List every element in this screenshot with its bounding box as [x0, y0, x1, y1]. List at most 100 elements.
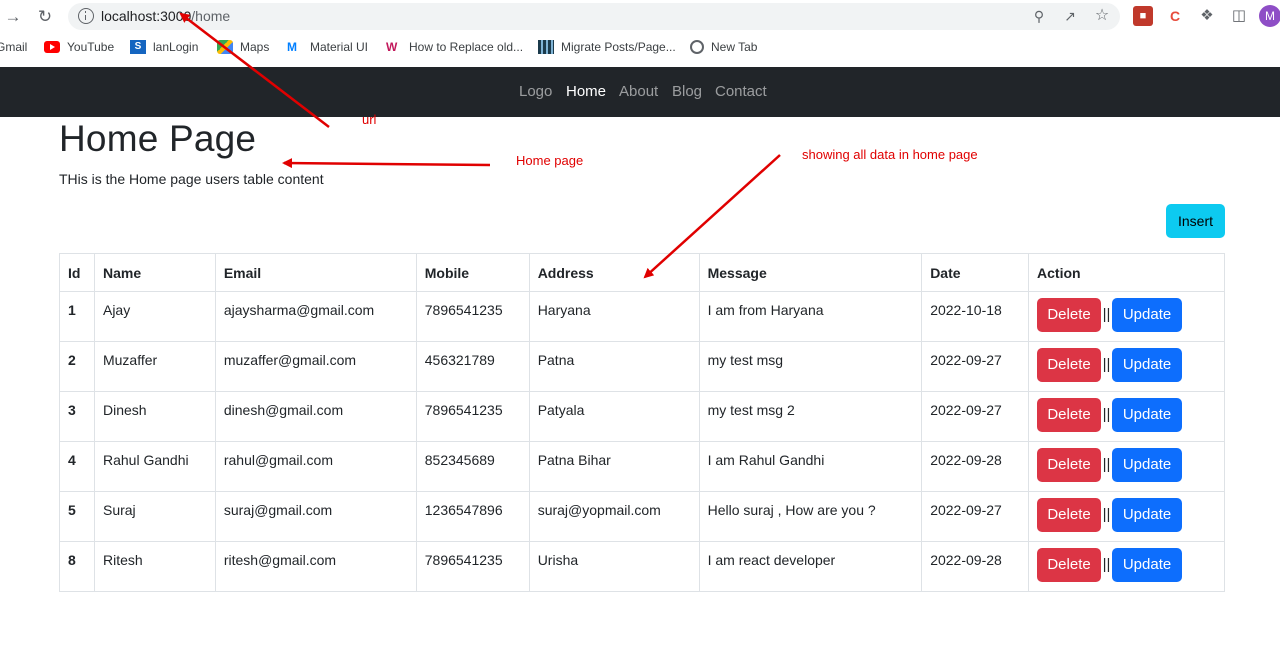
- cell-date: 2022-09-27: [921, 491, 1030, 542]
- annotation-home-page: Home page: [516, 153, 584, 168]
- cell-address: Haryana: [528, 291, 700, 342]
- website-icon: W: [386, 40, 398, 54]
- material-ui-icon: M: [287, 40, 297, 54]
- bookmarks-bar: Gmail YouTube SlanLogin Maps M Material U…: [0, 33, 1280, 63]
- cell-action: Delete || Update: [1028, 291, 1225, 342]
- cell-address: Urisha: [528, 541, 700, 592]
- delete-button[interactable]: Delete: [1037, 548, 1102, 582]
- cell-id: 5: [59, 491, 95, 542]
- share-icon[interactable]: ↗: [1061, 7, 1079, 25]
- cell-address: Patyala: [528, 391, 700, 442]
- cell-id: 4: [59, 441, 95, 492]
- update-button[interactable]: Update: [1112, 348, 1183, 382]
- annotation-url: url: [362, 112, 377, 127]
- annotation-showing-data: showing all data in home page: [802, 147, 978, 162]
- table-row: 5 Suraj suraj@gmail.com 1236547896 suraj…: [59, 491, 1225, 542]
- cell-message: I am Rahul Gandhi: [698, 441, 923, 492]
- globe-icon: [690, 40, 704, 54]
- cell-address: suraj@yopmail.com: [528, 491, 700, 542]
- column-header-address: Address: [528, 253, 700, 292]
- nav-about[interactable]: About: [619, 83, 658, 100]
- delete-button[interactable]: Delete: [1037, 298, 1102, 332]
- update-button[interactable]: Update: [1112, 448, 1183, 482]
- bookmark-lanlogin[interactable]: SlanLogin: [130, 40, 198, 54]
- table-row: 8 Ritesh ritesh@gmail.com 7896541235 Uri…: [59, 541, 1225, 592]
- cell-mobile: 1236547896: [415, 491, 530, 542]
- cell-mobile: 7896541235: [415, 541, 530, 592]
- cell-name: Rahul Gandhi: [93, 441, 216, 492]
- youtube-icon: [44, 41, 60, 53]
- nav-blog[interactable]: Blog: [672, 83, 702, 100]
- bookmark-material-ui[interactable]: M Material UI: [287, 40, 368, 54]
- zoom-icon[interactable]: ⚲: [1030, 7, 1048, 25]
- cell-id: 1: [59, 291, 95, 342]
- nav-logo[interactable]: Logo: [519, 83, 552, 100]
- cell-action: Delete || Update: [1028, 441, 1225, 492]
- column-header-name: Name: [93, 253, 216, 292]
- table-row: 3 Dinesh dinesh@gmail.com 7896541235 Pat…: [59, 391, 1225, 442]
- cell-message: I am from Haryana: [698, 291, 923, 342]
- cell-action: Delete || Update: [1028, 391, 1225, 442]
- bookmark-gmail[interactable]: Gmail: [0, 40, 27, 54]
- avatar[interactable]: M: [1259, 5, 1280, 27]
- cell-email: rahul@gmail.com: [214, 441, 417, 492]
- column-header-id: Id: [59, 253, 95, 292]
- cell-email: dinesh@gmail.com: [214, 391, 417, 442]
- info-icon[interactable]: [78, 8, 94, 24]
- nav-contact[interactable]: Contact: [715, 83, 767, 100]
- update-button[interactable]: Update: [1112, 398, 1183, 432]
- extension-icon[interactable]: ■: [1133, 6, 1153, 26]
- address-bar[interactable]: localhost:3000/home ⚲ ↗ ☆: [68, 3, 1120, 30]
- table-row: 4 Rahul Gandhi rahul@gmail.com 852345689…: [59, 441, 1225, 492]
- star-icon[interactable]: ☆: [1093, 7, 1111, 25]
- column-header-action: Action: [1028, 253, 1225, 292]
- cell-date: 2022-10-18: [921, 291, 1030, 342]
- extension-icon[interactable]: C: [1165, 6, 1185, 26]
- column-header-message: Message: [698, 253, 923, 292]
- site-icon: [538, 40, 554, 54]
- sidepanel-icon[interactable]: ◫: [1229, 6, 1249, 26]
- lanlogin-icon: S: [130, 40, 146, 54]
- bookmark-how-to-replace[interactable]: W How to Replace old...: [386, 40, 523, 54]
- bookmark-youtube[interactable]: YouTube: [44, 40, 114, 54]
- address-url[interactable]: localhost:3000/home: [101, 8, 230, 24]
- column-header-email: Email: [214, 253, 417, 292]
- browser-toolbar: → ↻ localhost:3000/home ⚲ ↗ ☆ ■ C ❖ ◫ M: [0, 0, 1280, 33]
- cell-address: Patna: [528, 341, 700, 392]
- action-separator: ||: [1102, 406, 1111, 423]
- insert-button[interactable]: Insert: [1166, 204, 1225, 238]
- delete-button[interactable]: Delete: [1037, 398, 1102, 432]
- table-row: 2 Muzaffer muzaffer@gmail.com 456321789 …: [59, 341, 1225, 392]
- cell-message: my test msg: [698, 341, 923, 392]
- cell-action: Delete || Update: [1028, 491, 1225, 542]
- bookmark-maps[interactable]: Maps: [217, 40, 269, 54]
- cell-id: 8: [59, 541, 95, 592]
- cell-id: 2: [59, 341, 95, 392]
- action-separator: ||: [1102, 506, 1111, 523]
- cell-email: suraj@gmail.com: [214, 491, 417, 542]
- cell-date: 2022-09-27: [921, 341, 1030, 392]
- update-button[interactable]: Update: [1112, 498, 1183, 532]
- reload-icon[interactable]: ↻: [34, 6, 56, 28]
- bookmark-new-tab[interactable]: New Tab: [690, 40, 757, 54]
- cell-name: Suraj: [93, 491, 216, 542]
- delete-button[interactable]: Delete: [1037, 348, 1102, 382]
- cell-mobile: 852345689: [415, 441, 530, 492]
- cell-email: muzaffer@gmail.com: [214, 341, 417, 392]
- bookmark-migrate-posts[interactable]: Migrate Posts/Page...: [538, 40, 676, 54]
- delete-button[interactable]: Delete: [1037, 498, 1102, 532]
- puzzle-icon[interactable]: ❖: [1197, 6, 1217, 26]
- action-separator: ||: [1102, 306, 1111, 323]
- cell-message: Hello suraj , How are you ?: [698, 491, 923, 542]
- action-separator: ||: [1102, 556, 1111, 573]
- update-button[interactable]: Update: [1112, 298, 1183, 332]
- delete-button[interactable]: Delete: [1037, 448, 1102, 482]
- cell-mobile: 7896541235: [415, 291, 530, 342]
- forward-icon[interactable]: →: [2, 6, 24, 28]
- cell-address: Patna Bihar: [528, 441, 700, 492]
- action-separator: ||: [1102, 356, 1111, 373]
- nav-home[interactable]: Home: [566, 83, 606, 100]
- cell-email: ajaysharma@gmail.com: [214, 291, 417, 342]
- arrow-to-title: [282, 158, 491, 169]
- update-button[interactable]: Update: [1112, 548, 1183, 582]
